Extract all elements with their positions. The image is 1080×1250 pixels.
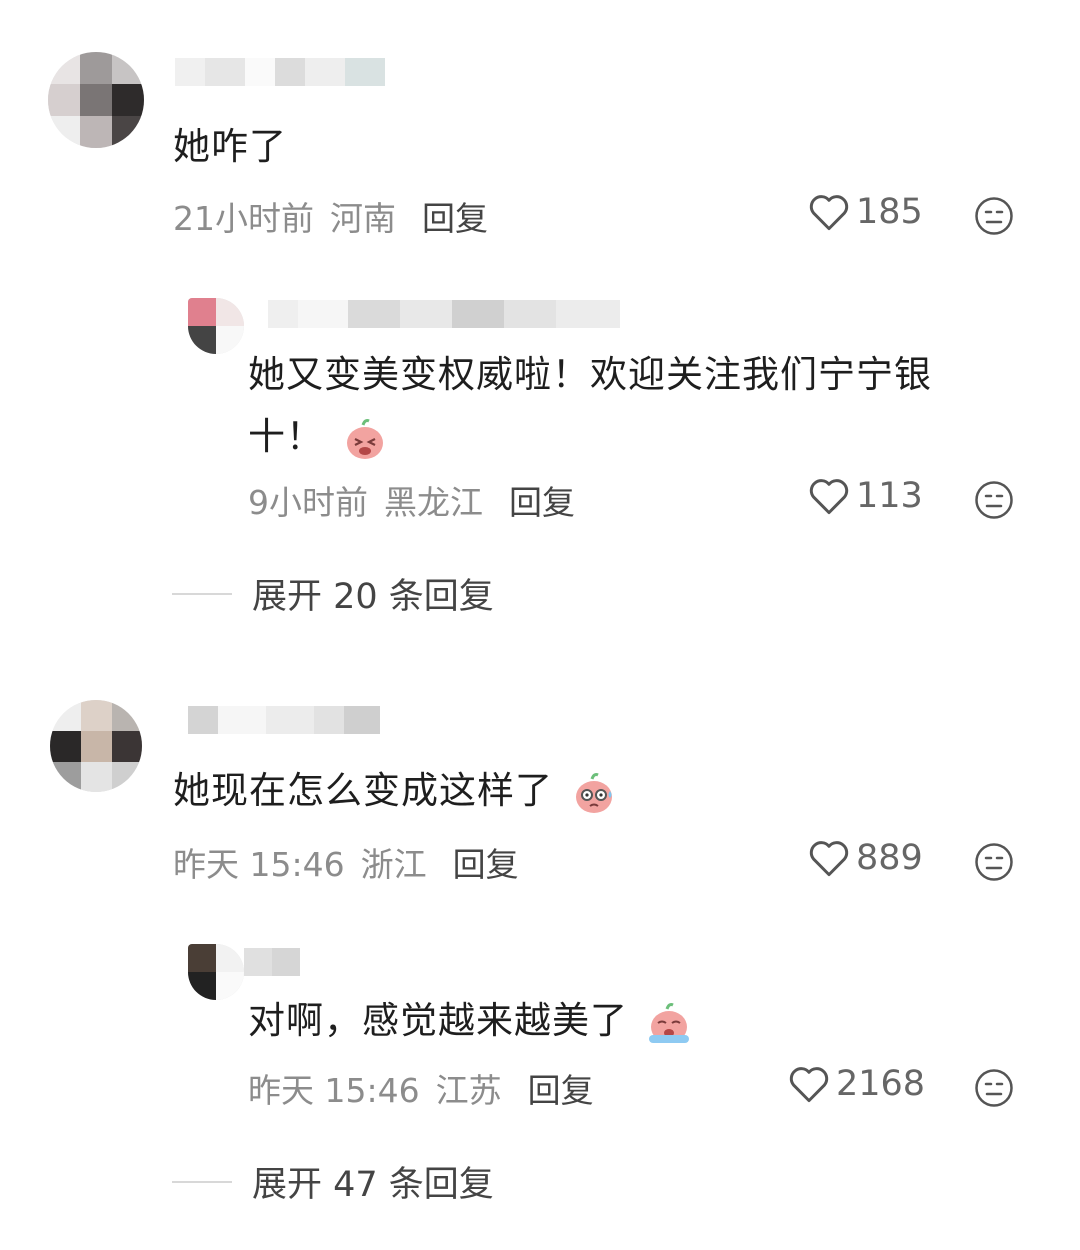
comment-text: 她现在怎么变成这样了: [173, 760, 618, 822]
expand-divider: [172, 1180, 232, 1183]
heart-outline-icon: [809, 479, 849, 515]
reply-username-blurred[interactable]: [268, 300, 620, 328]
heart-outline-icon: [809, 195, 849, 231]
like-count: 185: [856, 192, 923, 232]
reply-button[interactable]: 回复: [453, 838, 519, 886]
expand-replies-button[interactable]: 展开 20 条回复: [172, 568, 494, 619]
avatar[interactable]: [48, 52, 144, 148]
comment-time: 21小时前: [173, 199, 314, 238]
like-count: 113: [856, 476, 923, 516]
expand-divider: [172, 592, 232, 595]
reply-button[interactable]: 回复: [422, 192, 488, 240]
reply-button[interactable]: 回复: [509, 476, 575, 524]
heart-outline-icon: [809, 841, 849, 877]
meh-face-icon[interactable]: [974, 1068, 1014, 1108]
comment-text: 她咋了: [173, 125, 287, 168]
reply-time: 昨天 15:46: [248, 1071, 420, 1110]
username-blurred[interactable]: [175, 58, 385, 86]
meh-face-icon[interactable]: [974, 842, 1014, 882]
reply-username-blurred[interactable]: [244, 948, 300, 976]
reply-time: 9小时前: [248, 483, 368, 522]
meh-face-icon[interactable]: [974, 196, 1014, 236]
comment-location: 河南: [330, 199, 396, 238]
like-count: 2168: [836, 1064, 926, 1104]
reply-button[interactable]: 回复: [528, 1064, 594, 1112]
meh-face-icon[interactable]: [974, 480, 1014, 520]
like-button[interactable]: 889: [808, 838, 923, 878]
reply-text-line-2: 十！: [248, 406, 1028, 468]
comment-time: 昨天 15:46: [173, 845, 345, 884]
reply-text: 对啊，感觉越来越美了: [248, 990, 693, 1052]
reply-avatar[interactable]: [188, 944, 244, 1000]
reply-location: 江苏: [435, 1071, 502, 1110]
expand-replies-label: 展开 47 条回复: [252, 1165, 494, 1205]
comment-location: 浙江: [360, 845, 427, 884]
expand-replies-button[interactable]: 展开 47 条回复: [172, 1156, 494, 1207]
laughing-emoji-icon: [346, 418, 383, 459]
sweating-emoji-icon: [575, 772, 612, 813]
reply-text: 她又变美变权威啦！欢迎关注我们宁宁银 十！: [248, 344, 1028, 468]
like-button[interactable]: 185: [808, 192, 923, 232]
reply-meta: 昨天 15:46 江苏 回复: [248, 1064, 594, 1112]
comment-meta: 昨天 15:46 浙江 回复: [173, 838, 519, 886]
avatar[interactable]: [50, 700, 142, 792]
like-count: 889: [856, 838, 923, 878]
like-button[interactable]: 113: [808, 476, 923, 516]
reply-location: 黑龙江: [384, 483, 483, 522]
expand-replies-label: 展开 20 条回复: [252, 577, 494, 617]
comment-meta: 21小时前 河南 回复: [173, 192, 488, 240]
username-blurred[interactable]: [188, 706, 380, 734]
reply-avatar[interactable]: [188, 298, 244, 354]
heart-outline-icon: [789, 1067, 829, 1103]
reply-text-line-1: 她又变美变权威啦！欢迎关注我们宁宁银: [248, 353, 932, 396]
crying-emoji-icon: [648, 1002, 689, 1043]
reply-meta: 9小时前 黑龙江 回复: [248, 476, 575, 524]
like-button[interactable]: 2168: [788, 1064, 925, 1104]
